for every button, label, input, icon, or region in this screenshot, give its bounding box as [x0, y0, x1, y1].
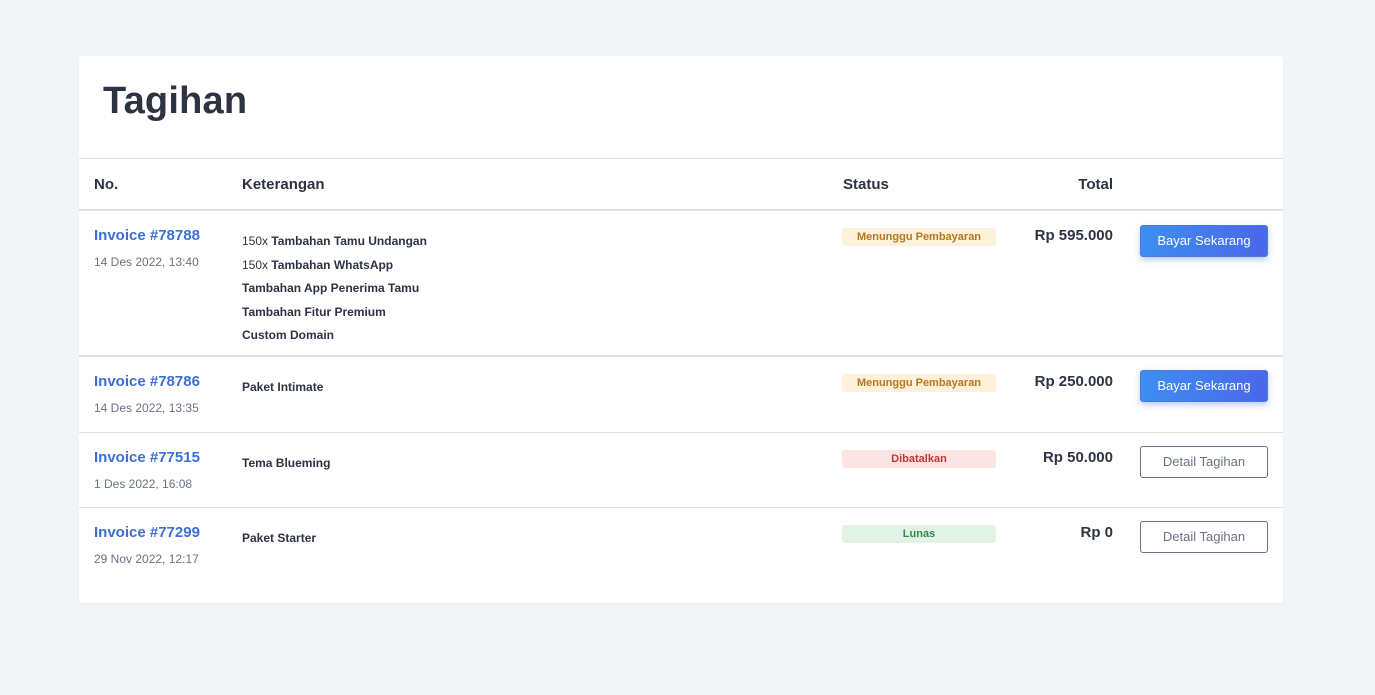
invoice-date: 29 Nov 2022, 12:17	[94, 552, 199, 566]
status-badge: Dibatalkan	[842, 450, 996, 468]
invoice-link[interactable]: Invoice #77299	[94, 524, 200, 541]
invoice-date: 1 Des 2022, 16:08	[94, 477, 193, 491]
list-item: Tambahan App Penerima Tamu	[242, 277, 427, 301]
status-badge: Menunggu Pembayaran	[842, 374, 996, 392]
invoice-total: Rp 50.000	[1042, 449, 1113, 466]
item-qty: 150x	[242, 257, 272, 272]
invoice-items: Tema Blueming	[242, 452, 330, 476]
list-item: Paket Starter	[242, 527, 316, 551]
invoice-detail-button[interactable]: Detail Tagihan	[1140, 521, 1268, 553]
item-name: Tambahan Tamu Undangan	[271, 234, 427, 248]
list-item: Paket Intimate	[242, 376, 323, 400]
invoices-card: Tagihan No. Keterangan Status Total Invo…	[79, 56, 1283, 603]
invoice-total: Rp 595.000	[1034, 227, 1113, 244]
invoice-total: Rp 0	[1080, 524, 1113, 541]
invoice-items: Paket Starter	[242, 527, 316, 551]
pay-now-button[interactable]: Bayar Sekarang	[1140, 370, 1268, 402]
list-item: Tema Blueming	[242, 452, 330, 476]
header-status: Status	[843, 176, 889, 193]
invoice-date: 14 Des 2022, 13:40	[94, 255, 199, 269]
list-item: Custom Domain	[242, 324, 427, 348]
header-no: No.	[94, 176, 119, 193]
status-badge: Menunggu Pembayaran	[842, 228, 996, 246]
invoice-date: 14 Des 2022, 13:35	[94, 401, 199, 415]
item-name: Tambahan Fitur Premium	[242, 304, 386, 319]
item-name: Tambahan WhatsApp	[271, 257, 394, 272]
list-item: 150x Tambahan WhatsApp	[242, 254, 427, 278]
invoice-link[interactable]: Invoice #78788	[94, 227, 200, 244]
table-row: Invoice #77299 29 Nov 2022, 12:17 Paket …	[79, 508, 1283, 583]
table-row: Invoice #77515 1 Des 2022, 16:08 Tema Bl…	[79, 433, 1283, 508]
status-badge: Lunas	[842, 525, 996, 543]
invoice-items: 150x Tambahan Tamu Undangan 150x Tambaha…	[242, 230, 427, 348]
item-name: Custom Domain	[242, 328, 335, 342]
item-qty: 150x	[242, 234, 272, 248]
table-header: No. Keterangan Status Total	[79, 158, 1283, 211]
invoices-table: No. Keterangan Status Total Invoice #787…	[79, 158, 1283, 583]
invoice-detail-button[interactable]: Detail Tagihan	[1140, 446, 1268, 478]
invoice-total: Rp 250.000	[1034, 373, 1113, 390]
list-item: 150x Tambahan Tamu Undangan	[242, 230, 427, 254]
item-name: Tambahan App Penerima Tamu	[242, 281, 420, 295]
item-name: Paket Starter	[242, 531, 317, 545]
table-row: Invoice #78786 14 Des 2022, 13:35 Paket …	[79, 357, 1283, 433]
item-name: Paket Intimate	[242, 380, 324, 394]
table-row: Invoice #78788 14 Des 2022, 13:40 150x T…	[79, 211, 1283, 357]
item-name: Tema Blueming	[242, 456, 331, 470]
header-keterangan: Keterangan	[242, 176, 325, 193]
list-item: Tambahan Fitur Premium	[242, 301, 427, 325]
invoice-link[interactable]: Invoice #77515	[94, 449, 200, 466]
header-total: Total	[1078, 176, 1113, 193]
invoice-items: Paket Intimate	[242, 376, 323, 400]
invoice-link[interactable]: Invoice #78786	[94, 373, 200, 390]
page-title: Tagihan	[103, 80, 248, 122]
pay-now-button[interactable]: Bayar Sekarang	[1140, 225, 1268, 257]
